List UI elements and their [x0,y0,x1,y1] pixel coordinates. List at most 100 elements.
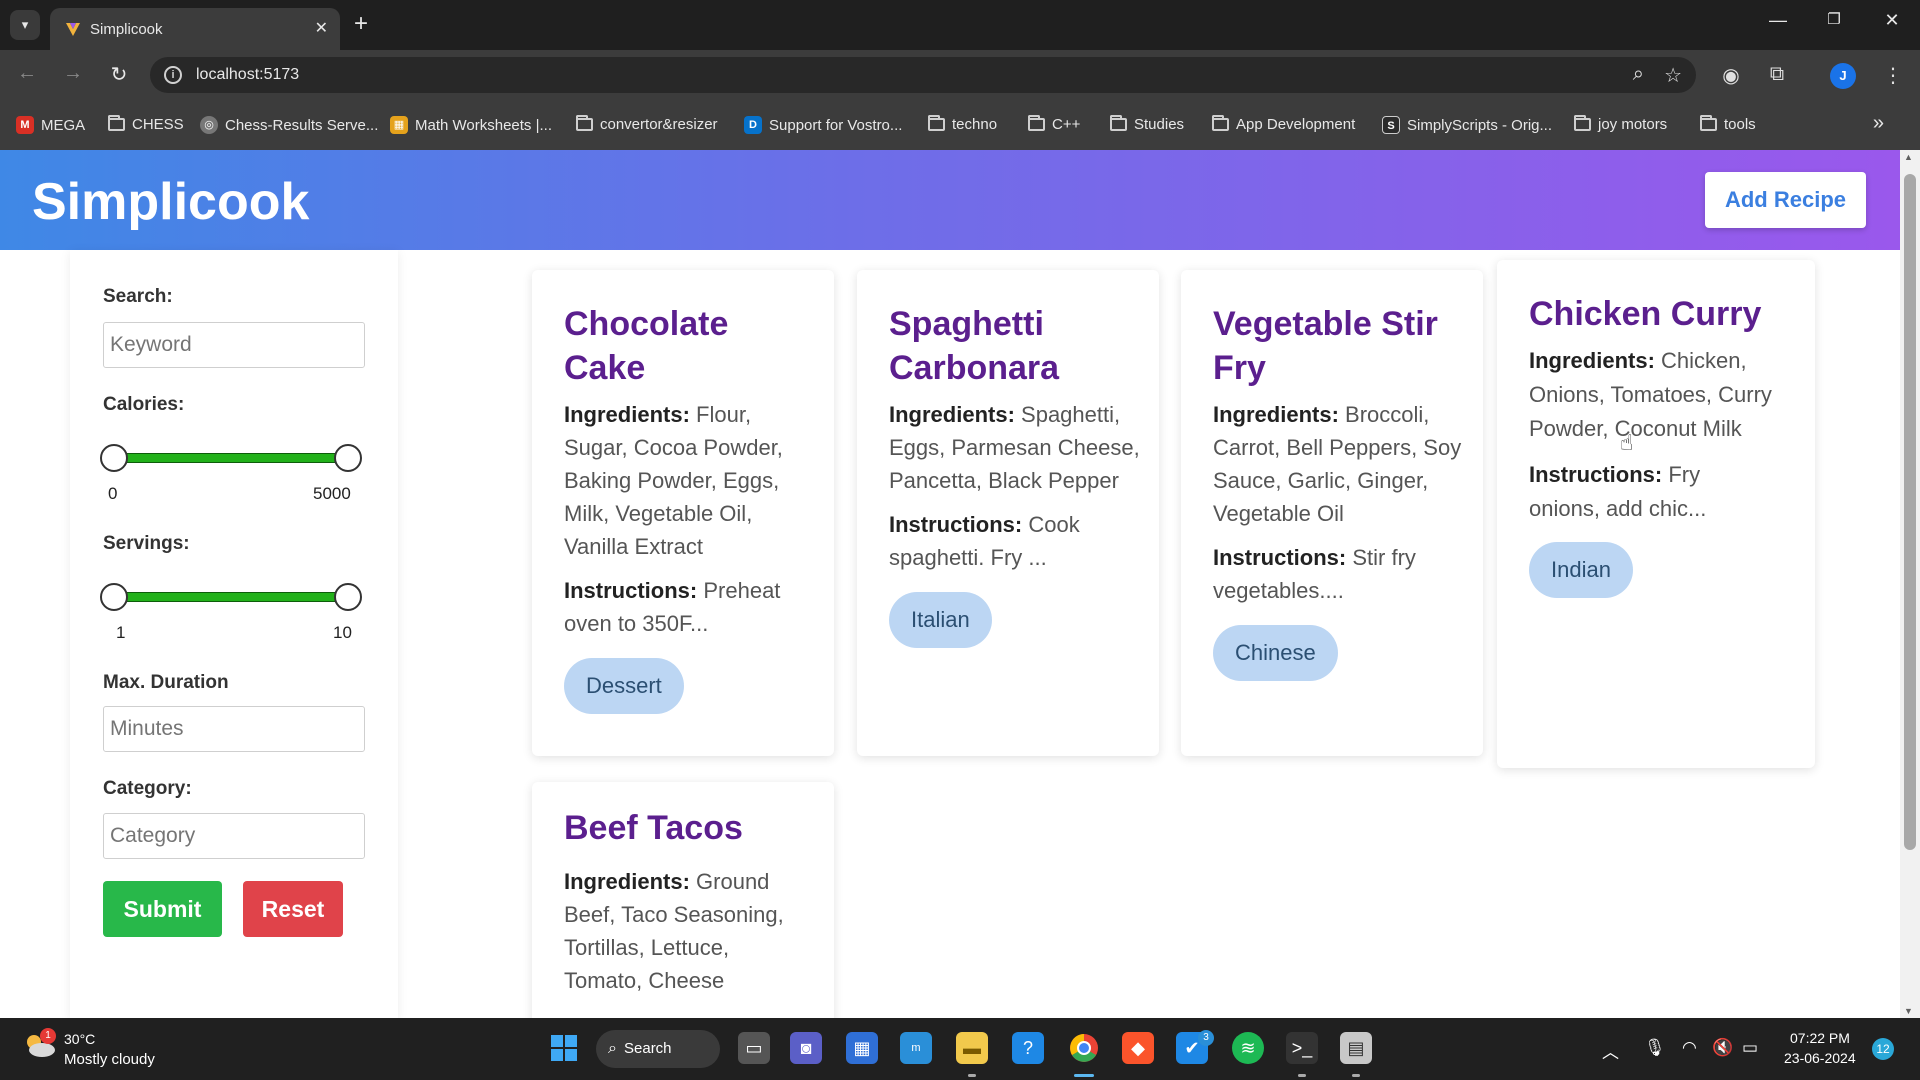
bookmark-folder[interactable]: tools [1700,115,1756,133]
ingredients-line: Ingredients: Spaghetti, [889,402,1121,427]
category-tag[interactable]: Dessert [564,658,684,714]
microsoft-store-icon[interactable]: ▦ [846,1032,878,1064]
menu-kebab-icon[interactable]: ⋮ [1880,63,1906,88]
reload-icon[interactable]: ↻ [104,62,134,87]
bookmark-folder[interactable]: techno [928,115,997,133]
scroll-down-icon[interactable]: ▼ [1904,1006,1913,1016]
recipe-title[interactable]: Carbonara [889,346,1059,390]
servings-slider-track[interactable] [112,592,348,602]
windows-start-icon[interactable] [548,1032,580,1064]
bookmark-item[interactable]: D Support for Vostro... [744,116,902,134]
ingredients-line: Sugar, Cocoa Powder, [564,435,783,460]
category-tag[interactable]: Indian [1529,542,1633,598]
ingredients-line: Tortillas, Lettuce, [564,935,730,960]
bookmark-item[interactable]: M MEGA [16,116,85,134]
brand-logo[interactable]: Simplicook [32,172,309,232]
add-recipe-button[interactable]: Add Recipe [1705,172,1866,228]
task-view-icon[interactable]: ▭ [738,1032,770,1064]
site-info-icon[interactable]: i [164,66,182,84]
recipe-title[interactable]: Chicken Curry [1529,292,1761,336]
battery-icon[interactable]: ▭ [1742,1038,1758,1058]
category-tag[interactable]: Chinese [1213,625,1338,681]
close-tab-icon[interactable]: ✕ [315,18,328,38]
category-input[interactable] [103,813,365,859]
bookmark-folder[interactable]: joy motors [1574,115,1667,133]
bookmark-star-icon[interactable]: ☆ [1664,63,1682,88]
recipe-title[interactable]: Spaghetti [889,302,1044,346]
extensions-icon[interactable]: ⧉ [1764,63,1790,86]
recipe-title[interactable]: Vegetable Stir [1213,302,1438,346]
calories-max-handle[interactable] [334,444,362,472]
weather-temperature[interactable]: 30°C [64,1031,95,1047]
bookmark-folder[interactable]: C++ [1028,115,1080,133]
calories-slider-track[interactable] [112,453,348,463]
chess-results-icon: ◎ [200,116,218,134]
recipe-card[interactable]: Chicken Curry Ingredients: Chicken, Onio… [1497,260,1815,768]
folder-icon [108,115,125,131]
recipe-card[interactable]: Chocolate Cake Ingredients: Flour, Sugar… [532,270,834,756]
category-tag[interactable]: Italian [889,592,992,648]
scrollbar-thumb[interactable] [1904,174,1916,850]
calories-label: Calories: [103,394,185,415]
close-window-icon[interactable]: ✕ [1872,10,1912,31]
forward-icon[interactable]: → [58,62,88,85]
scroll-up-icon[interactable]: ▲ [1904,152,1913,162]
recipe-title[interactable]: Beef Tacos [564,806,743,850]
dell-icon: D [744,116,762,134]
more-bookmarks-icon[interactable]: » [1873,112,1884,135]
microphone-icon[interactable]: 🎙 [1644,1038,1666,1058]
recipe-card[interactable]: Vegetable Stir Fry Ingredients: Broccoli… [1181,270,1483,756]
speaker-muted-icon[interactable]: 🔇 [1712,1038,1733,1058]
filter-sidebar: Search: Calories: 0 5000 Servings: 1 10 … [70,250,398,1018]
restore-icon[interactable]: ❐ [1814,10,1854,28]
recipe-title[interactable]: Fry [1213,346,1266,390]
instructions-line: oven to 350F... [564,611,709,636]
reset-button[interactable]: Reset [243,881,343,937]
notification-badge[interactable]: 12 [1872,1038,1894,1060]
recipe-title[interactable]: Chocolate [564,302,728,346]
recipe-card[interactable]: Spaghetti Carbonara Ingredients: Spaghet… [857,270,1159,756]
bookmark-folder[interactable]: Studies [1110,115,1184,133]
browser-tab[interactable]: Simplicook ✕ [50,8,340,50]
mylic-app-icon[interactable]: m [900,1032,932,1064]
teams-meet-icon[interactable]: ◙ [790,1032,822,1064]
taskbar-search[interactable]: ⌕ Search [596,1030,720,1068]
new-tab-icon[interactable]: + [354,10,368,38]
search-input[interactable] [103,322,365,368]
profile-avatar[interactable]: J [1830,63,1856,89]
duration-input[interactable] [103,706,365,752]
submit-button[interactable]: Submit [103,881,222,937]
clock-date[interactable]: 23-06-2024 [1784,1050,1856,1066]
recipe-card[interactable]: Beef Tacos Ingredients: Ground Beef, Tac… [532,782,834,1018]
calories-min-handle[interactable] [100,444,128,472]
chrome-icon[interactable] [1068,1032,1100,1064]
google-lens-icon[interactable]: ◉ [1718,63,1744,88]
minimize-icon[interactable]: — [1758,10,1798,31]
wifi-icon[interactable]: ◠ [1682,1038,1697,1058]
address-bar[interactable]: i localhost:5173 ⌕ ☆ [150,57,1696,93]
spotify-icon[interactable]: ≋ [1232,1032,1264,1064]
instructions-line: vegetables.... [1213,578,1344,603]
weather-description[interactable]: Mostly cloudy [64,1051,155,1068]
notepad-icon[interactable]: ▤ [1340,1032,1372,1064]
bookmark-item[interactable]: S SimplyScripts - Orig... [1382,116,1552,134]
bookmark-folder[interactable]: convertor&resizer [576,115,718,133]
bookmark-item[interactable]: ▦ Math Worksheets |... [390,116,552,134]
bookmark-folder[interactable]: CHESS [108,115,184,133]
terminal-icon[interactable]: >_ [1286,1032,1318,1064]
bookmark-folder[interactable]: App Development [1212,115,1355,133]
zoom-icon[interactable]: ⌕ [1633,63,1644,86]
tray-overflow-icon[interactable]: ︿ [1602,1038,1619,1063]
help-app-icon[interactable]: ? [1012,1032,1044,1064]
servings-max-handle[interactable] [334,583,362,611]
file-explorer-icon[interactable]: ▬ [956,1032,988,1064]
servings-min-handle[interactable] [100,583,128,611]
bookmark-item[interactable]: ◎ Chess-Results Serve... [200,116,378,134]
clock-time[interactable]: 07:22 PM [1790,1030,1850,1046]
brave-icon[interactable]: ◆ [1122,1032,1154,1064]
back-icon[interactable]: ← [12,62,42,85]
page-scrollbar[interactable]: ▲ ▼ [1900,150,1920,1018]
url-text[interactable]: localhost:5173 [196,66,299,84]
recipe-title[interactable]: Cake [564,346,645,390]
tab-search-button[interactable]: ▾ [10,10,40,40]
